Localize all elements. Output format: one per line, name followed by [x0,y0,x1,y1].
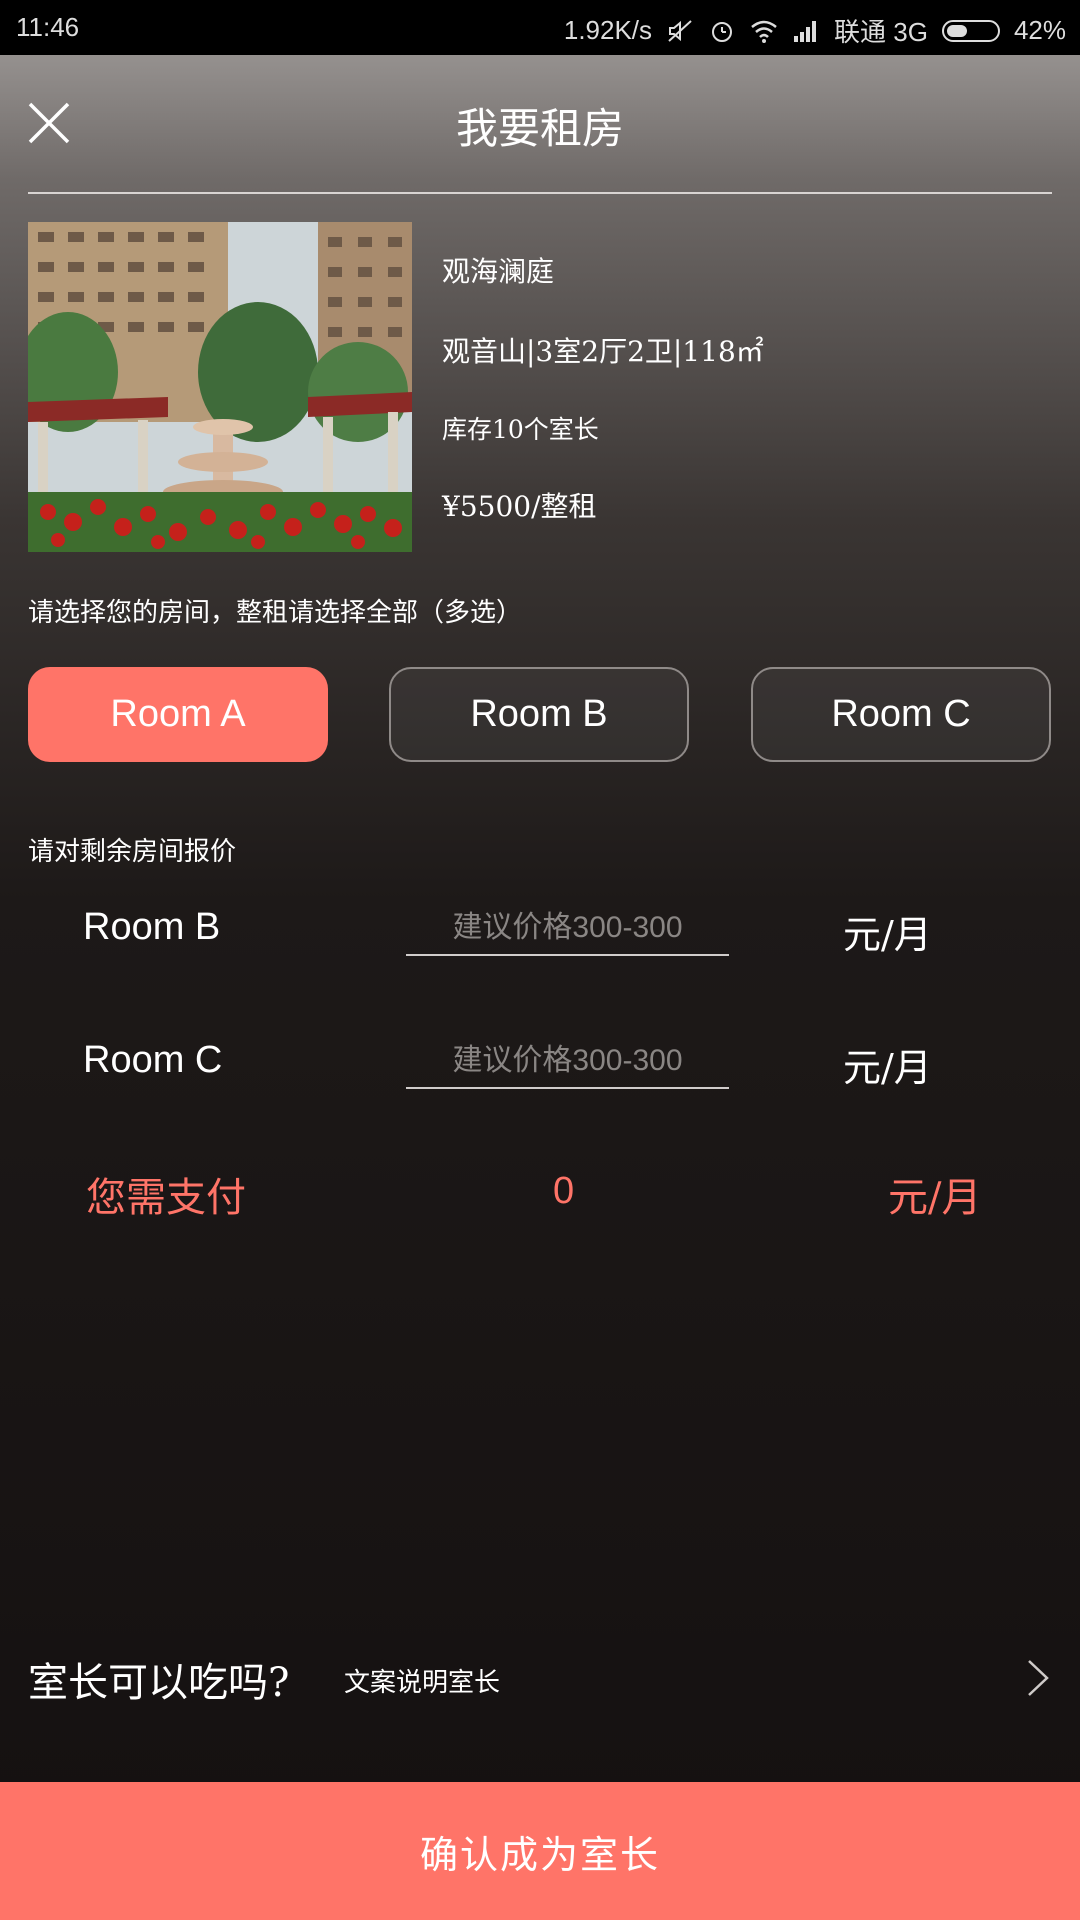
quote-prompt: 请对剩余房间报价 [28,837,237,867]
quote-row-room-c: Room C 元/月 [0,1021,1080,1141]
quote-row-room-b: Room B 元/月 [0,888,1080,1008]
room-b-price-input[interactable] [406,902,729,956]
quote-row-label: Room C [83,1039,223,1081]
listing-inventory: 库存10个室长 [442,415,599,444]
quote-row-unit: 元/月 [843,913,932,957]
header-divider [28,192,1052,194]
header: 我要租房 [0,55,1080,193]
room-c-price-input[interactable] [406,1035,729,1089]
page-title: 我要租房 [455,104,624,153]
listing-name: 观海澜庭 [442,255,555,288]
status-right: 1.92K/s 联通 3G 42% [564,12,1066,49]
faq-description: 文案说明室长 [344,1668,501,1698]
carrier-label: 联通 3G [834,17,928,47]
payment-value: 0 [553,1170,575,1212]
faq-row[interactable]: 室长可以吃吗? 文案说明室长 [0,1636,1080,1716]
status-time: 11:46 [16,12,80,42]
payment-label: 您需支付 [86,1175,246,1221]
battery-percent: 42% [1013,15,1066,45]
battery-icon [941,19,1000,42]
status-bar: 11:46 1.92K/s 联通 3G 42% [0,0,1080,55]
room-b-button[interactable]: Room B [389,667,689,762]
listing-price: ¥5500/整租 [442,490,597,523]
alarm-icon [712,21,733,42]
listing-details: 观音山|3室2厅2卫|118㎡ [442,335,764,368]
quote-row-label: Room B [83,906,221,948]
confirm-button[interactable]: 确认成为室长 [0,1782,1080,1920]
signal-icon [794,20,817,42]
room-a-button[interactable]: Room A [28,667,328,762]
mute-icon [668,19,692,42]
chevron-right-icon[interactable] [1026,1658,1050,1698]
payment-unit: 元/月 [888,1175,982,1221]
room-select-prompt: 请选择您的房间，整租请选择全部（多选） [28,598,523,628]
listing-photo[interactable] [28,222,412,552]
wifi-icon [751,20,777,43]
room-c-button[interactable]: Room C [751,667,1051,762]
network-speed: 1.92K/s [563,15,653,45]
quote-row-unit: 元/月 [843,1046,932,1090]
faq-title: 室长可以吃吗? [28,1660,290,1706]
battery-fill [946,24,968,37]
